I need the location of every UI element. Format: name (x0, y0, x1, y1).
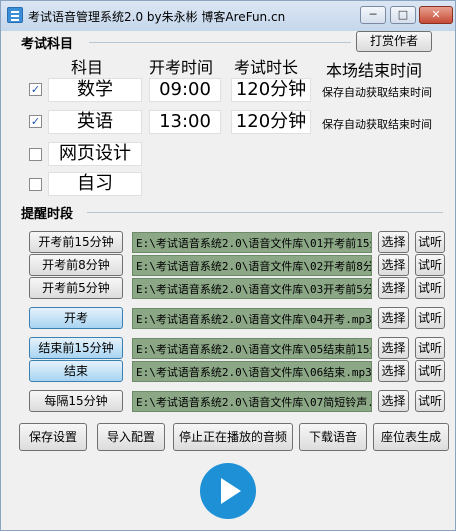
choose-button-7[interactable]: 选择 (378, 390, 409, 412)
reminder-path-3[interactable]: E:\考试语音系统2.0\语音文件库\03开考前5分钟.mp3 (132, 278, 372, 299)
listen-button-3[interactable]: 试听 (415, 277, 445, 299)
subject-field-2[interactable]: 英语 (48, 110, 142, 134)
play-button[interactable] (200, 463, 256, 519)
reminders-group-divider (87, 212, 443, 213)
reward-author-button[interactable]: 打赏作者 (356, 31, 432, 52)
reminder-path-2[interactable]: E:\考试语音系统2.0\语音文件库\02开考前8分钟.mp3 (132, 255, 372, 276)
reminder-path-5[interactable]: E:\考试语音系统2.0\语音文件库\05结束前15分钟.mp3 (132, 338, 372, 359)
listen-button-1[interactable]: 试听 (415, 231, 445, 253)
choose-button-3[interactable]: 选择 (378, 277, 409, 299)
reminder-path-6[interactable]: E:\考试语音系统2.0\语音文件库\06结束.mp3 (132, 361, 372, 382)
import-config-button[interactable]: 导入配置 (97, 423, 165, 451)
choose-button-6[interactable]: 选择 (378, 360, 409, 382)
reminder-button-3[interactable]: 开考前5分钟 (29, 277, 123, 299)
window-title: 考试语音管理系统2.0 by朱永彬 博客AreFun.cn (28, 10, 286, 24)
download-voice-button[interactable]: 下载语音 (299, 423, 367, 451)
reminder-button-2[interactable]: 开考前8分钟 (29, 254, 123, 276)
end-time-label-2: 保存自动获取结束时间 (322, 118, 432, 131)
reminder-button-6[interactable]: 结束 (29, 360, 123, 382)
end-time-label-1: 保存自动获取结束时间 (322, 86, 432, 99)
reminder-path-4[interactable]: E:\考试语音系统2.0\语音文件库\04开考.mp3 (132, 308, 372, 329)
reminder-path-7[interactable]: E:\考试语音系统2.0\语音文件库\07简短铃声.mp3 (132, 391, 372, 412)
listen-button-6[interactable]: 试听 (415, 360, 445, 382)
listen-button-2[interactable]: 试听 (415, 254, 445, 276)
reminder-button-4[interactable]: 开考 (29, 307, 123, 329)
subject-field-3[interactable]: 网页设计 (48, 142, 142, 166)
duration-field-1[interactable]: 120分钟 (231, 78, 311, 102)
reminder-button-5[interactable]: 结束前15分钟 (29, 337, 123, 359)
header-subject: 科目 (71, 58, 104, 77)
maximize-button[interactable]: □ (390, 6, 416, 24)
header-end-time: 本场结束时间 (326, 61, 423, 80)
start-time-field-1[interactable]: 09:00 (149, 78, 221, 102)
choose-button-4[interactable]: 选择 (378, 307, 409, 329)
subject-field-1[interactable]: 数学 (48, 78, 142, 102)
choose-button-5[interactable]: 选择 (378, 337, 409, 359)
subject-checkbox-3[interactable] (29, 148, 42, 161)
listen-button-4[interactable]: 试听 (415, 307, 445, 329)
choose-button-1[interactable]: 选择 (378, 231, 409, 253)
exam-group-title: 考试科目 (21, 37, 74, 52)
header-start-time: 开考时间 (149, 58, 214, 77)
save-settings-button[interactable]: 保存设置 (19, 423, 87, 451)
listen-button-5[interactable]: 试听 (415, 337, 445, 359)
reminders-group-title: 提醒时段 (21, 207, 74, 222)
listen-button-7[interactable]: 试听 (415, 390, 445, 412)
seating-chart-button[interactable]: 座位表生成 (373, 423, 449, 451)
duration-field-2[interactable]: 120分钟 (231, 110, 311, 134)
close-button[interactable]: ✕ (419, 6, 453, 24)
subject-checkbox-1[interactable]: ✓ (29, 83, 42, 96)
reminder-button-7[interactable]: 每隔15分钟 (29, 390, 123, 412)
play-icon (221, 478, 241, 504)
stop-audio-button[interactable]: 停止正在播放的音频 (173, 423, 293, 451)
minimize-button[interactable]: ─ (360, 6, 386, 24)
start-time-field-2[interactable]: 13:00 (149, 110, 221, 134)
exam-group-divider (89, 42, 351, 43)
title-bar[interactable]: 考试语音管理系统2.0 by朱永彬 博客AreFun.cn ─ □ ✕ (1, 1, 455, 31)
subject-checkbox-2[interactable]: ✓ (29, 115, 42, 128)
choose-button-2[interactable]: 选择 (378, 254, 409, 276)
main-window: 考试语音管理系统2.0 by朱永彬 博客AreFun.cn ─ □ ✕ 考试科目… (0, 0, 456, 531)
subject-field-4[interactable]: 自习 (48, 172, 142, 196)
header-duration: 考试时长 (234, 58, 299, 77)
reminder-path-1[interactable]: E:\考试语音系统2.0\语音文件库\01开考前15分钟.mp3 (132, 232, 372, 253)
reminder-button-1[interactable]: 开考前15分钟 (29, 231, 123, 253)
subject-checkbox-4[interactable] (29, 178, 42, 191)
app-icon (7, 7, 23, 23)
